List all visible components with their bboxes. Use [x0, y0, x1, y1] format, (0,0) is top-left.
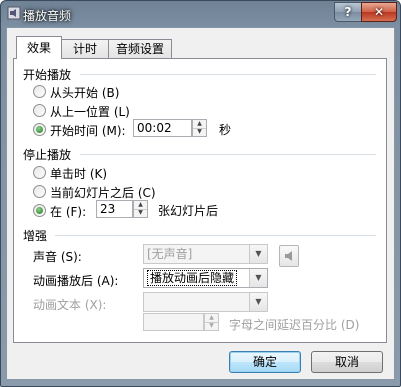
radio-label: 在 (F): [50, 205, 87, 219]
radio-label: 从头开始 (B) [50, 86, 120, 100]
stop-group-divider [80, 154, 376, 155]
enhance-group-divider [55, 235, 376, 236]
spin-down-icon[interactable]: ▼ [134, 209, 147, 217]
start-time-spinner[interactable]: ▲ ▼ [192, 119, 207, 137]
spin-down-icon[interactable]: ▼ [205, 322, 218, 330]
after-animation-dropdown-value: 播放动画后隐藏 [147, 270, 238, 286]
radio-label: 从上一位置 (L) [50, 105, 130, 119]
after-animation-dropdown[interactable]: 播放动画后隐藏 ▼ [143, 268, 268, 288]
sound-dropdown[interactable]: [无声音] ▼ [143, 244, 268, 264]
spin-down-icon[interactable]: ▼ [193, 128, 206, 136]
title-bar[interactable]: 播放音频 ? ✕ [1, 1, 400, 27]
slides-suffix: 张幻灯片后 [158, 204, 219, 218]
radio-label: 开始时间 (M): [50, 124, 126, 138]
sound-dropdown-value: [无声音] [147, 247, 193, 261]
sound-volume-button[interactable] [279, 245, 299, 267]
slides-count-spinner[interactable]: ▲ ▼ [133, 200, 148, 218]
start-time-unit: 秒 [219, 123, 232, 137]
close-button[interactable]: ✕ [361, 2, 397, 22]
speaker-icon [285, 251, 292, 261]
help-button[interactable]: ? [334, 2, 362, 22]
chevron-down-icon[interactable]: ▼ [249, 269, 267, 287]
chevron-down-icon[interactable]: ▼ [249, 293, 267, 311]
radio-button-selected[interactable] [33, 204, 46, 217]
animate-text-label: 动画文本 (X): [33, 298, 107, 312]
chevron-down-icon[interactable]: ▼ [249, 245, 267, 263]
slides-count-input[interactable]: 23 [96, 200, 133, 218]
ok-button[interactable]: 确定 [229, 351, 301, 373]
letter-delay-label: 字母之间延迟百分比 (D) [229, 318, 360, 332]
radio-button[interactable] [33, 185, 46, 198]
letter-delay-input[interactable] [143, 313, 204, 331]
radio-label: 单击时 (K) [50, 167, 108, 181]
radio-label: 当前幻灯片之后 (C) [50, 186, 156, 200]
stop-group-title: 停止播放 [23, 148, 72, 162]
enhance-group-title: 增强 [23, 229, 48, 243]
tab-timing[interactable]: 计时 [61, 39, 109, 59]
after-animation-label: 动画播放后 (A): [33, 274, 119, 288]
radio-button-selected[interactable] [33, 123, 46, 136]
start-group-title: 开始播放 [23, 68, 72, 82]
window-icon [7, 6, 21, 20]
radio-button[interactable] [33, 104, 46, 117]
animate-text-dropdown[interactable]: ▼ [143, 292, 268, 312]
tab-audio-settings[interactable]: 音频设置 [108, 39, 172, 59]
tab-effects[interactable]: 效果 [16, 36, 62, 59]
window-title: 播放音频 [23, 9, 72, 23]
cancel-button[interactable]: 取消 [311, 351, 383, 373]
start-group-divider [80, 74, 376, 75]
letter-delay-spinner[interactable]: ▲ ▼ [204, 313, 219, 331]
radio-button[interactable] [33, 85, 46, 98]
radio-button[interactable] [33, 166, 46, 179]
start-time-input[interactable]: 00:02 [133, 119, 192, 137]
sound-label: 声音 (S): [33, 250, 82, 264]
